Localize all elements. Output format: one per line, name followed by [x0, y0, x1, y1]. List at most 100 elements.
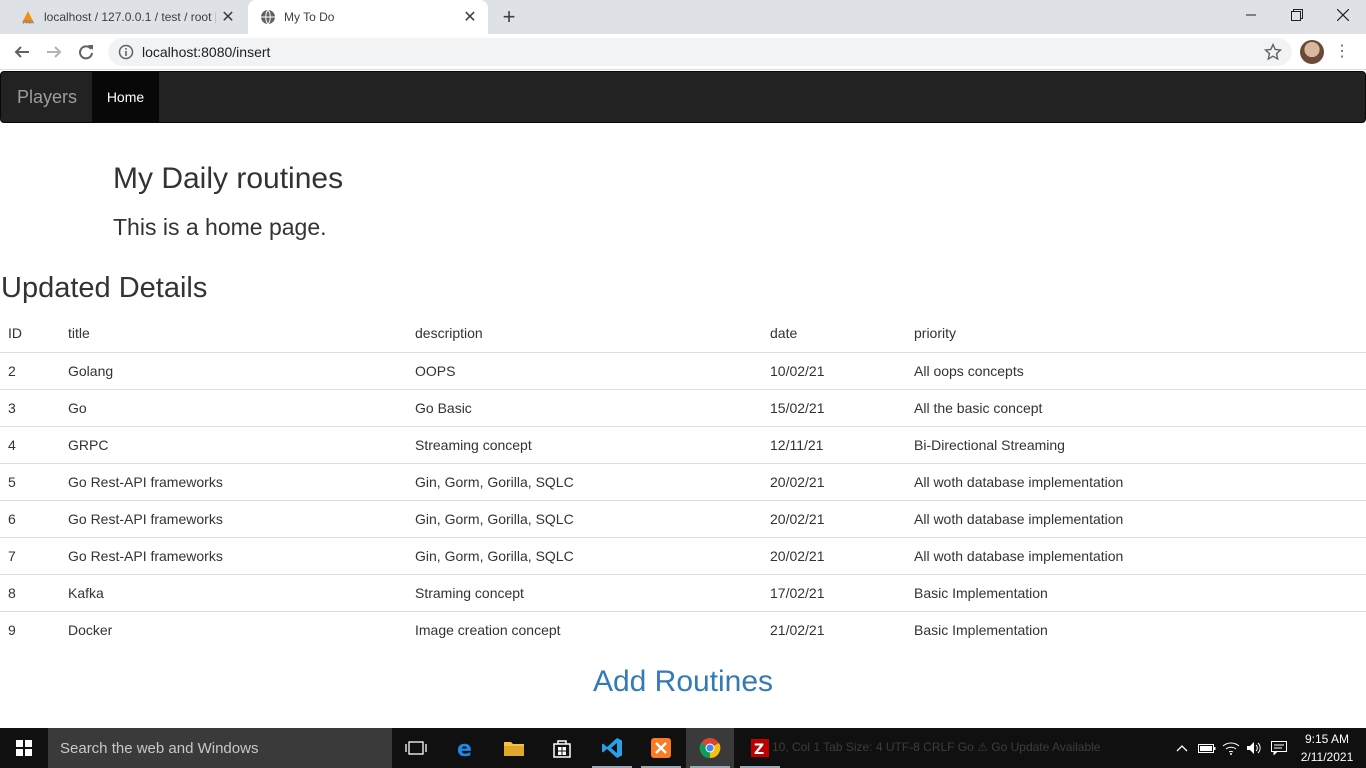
- tab-title: My To Do: [284, 10, 335, 24]
- cell-description: Gin, Gorm, Gorilla, SQLC: [407, 536, 762, 574]
- browser-toolbar: localhost:8080/insert ⋮: [0, 34, 1366, 70]
- table-row: 9 Docker Image creation concept 21/02/21…: [0, 610, 1366, 648]
- new-tab-button[interactable]: +: [496, 5, 522, 29]
- table-row: 6 Go Rest-API frameworks Gin, Gorm, Gori…: [0, 499, 1366, 537]
- address-bar[interactable]: localhost:8080/insert: [108, 38, 1292, 66]
- tab-phpmyadmin[interactable]: PMA localhost / 127.0.0.1 / test / root …: [8, 0, 246, 34]
- cell-title: Golang: [60, 351, 407, 389]
- table-row: 8 Kafka Straming concept 17/02/21 Basic …: [0, 573, 1366, 611]
- browser-tabstrip: PMA localhost / 127.0.0.1 / test / root …: [0, 0, 1366, 34]
- forward-button[interactable]: [40, 38, 68, 66]
- cell-date: 15/02/21: [762, 388, 906, 426]
- start-button[interactable]: [0, 728, 48, 768]
- cell-title: GRPC: [60, 425, 407, 463]
- cell-id: 7: [0, 536, 60, 574]
- cell-priority: All the basic concept: [906, 388, 1366, 426]
- cell-date: 10/02/21: [762, 351, 906, 389]
- tab-title: localhost / 127.0.0.1 / test / root |: [44, 10, 216, 24]
- browser-menu-icon[interactable]: ⋮: [1334, 40, 1350, 64]
- cell-id: 5: [0, 462, 60, 500]
- cell-priority: All woth database implementation: [906, 462, 1366, 500]
- cell-title: Docker: [60, 610, 407, 648]
- forward-arrow-icon: [47, 46, 62, 58]
- phpmyadmin-icon: PMA: [20, 9, 36, 26]
- bookmark-star-icon[interactable]: [1263, 42, 1283, 61]
- volume-icon[interactable]: [1246, 728, 1264, 768]
- url-text: localhost:8080/insert: [142, 44, 271, 60]
- vscode-icon[interactable]: [588, 728, 636, 768]
- cell-description: Go Basic: [407, 388, 762, 426]
- cell-id: 9: [0, 610, 60, 648]
- cell-description: Streaming concept: [407, 425, 762, 463]
- cell-date: 12/11/21: [762, 425, 906, 463]
- svg-text:Z: Z: [754, 742, 764, 758]
- table-row: 5 Go Rest-API frameworks Gin, Gorm, Gori…: [0, 462, 1366, 500]
- cell-description: Image creation concept: [407, 610, 762, 648]
- cell-priority: Basic Implementation: [906, 610, 1366, 648]
- cell-priority: Bi-Directional Streaming: [906, 425, 1366, 463]
- minimize-button[interactable]: [1228, 0, 1274, 30]
- close-tab-icon[interactable]: ✕: [216, 7, 240, 27]
- cell-id: 4: [0, 425, 60, 463]
- xampp-icon[interactable]: [637, 728, 685, 768]
- windows-logo-icon: [16, 740, 32, 756]
- section-title: Updated Details: [1, 272, 208, 304]
- cell-description: Straming concept: [407, 573, 762, 611]
- cell-date: 17/02/21: [762, 573, 906, 611]
- chrome-icon[interactable]: [686, 728, 734, 768]
- add-routines-link[interactable]: Add Routines: [0, 665, 1366, 699]
- reload-button[interactable]: [72, 38, 100, 66]
- cell-date: 20/02/21: [762, 462, 906, 500]
- cell-title: Go: [60, 388, 407, 426]
- clock-date: 2/11/2021: [1300, 750, 1354, 764]
- cell-date: 20/02/21: [762, 536, 906, 574]
- cell-description: Gin, Gorm, Gorilla, SQLC: [407, 462, 762, 500]
- table-row: 4 GRPC Streaming concept 12/11/21 Bi-Dir…: [0, 425, 1366, 463]
- cell-id: 6: [0, 499, 60, 537]
- column-header-date: date: [762, 315, 906, 353]
- nav-item-home[interactable]: Home: [92, 72, 159, 122]
- navbar-brand[interactable]: Players: [17, 87, 77, 108]
- cell-priority: All oops concepts: [906, 351, 1366, 389]
- cell-date: 20/02/21: [762, 499, 906, 537]
- cell-priority: All woth database implementation: [906, 499, 1366, 537]
- site-info-icon[interactable]: [118, 44, 134, 60]
- cell-id: 8: [0, 573, 60, 611]
- cell-priority: Basic Implementation: [906, 573, 1366, 611]
- cell-title: Go Rest-API frameworks: [60, 536, 407, 574]
- close-tab-icon[interactable]: ✕: [458, 7, 482, 27]
- battery-icon[interactable]: [1198, 728, 1216, 768]
- cell-description: OOPS: [407, 351, 762, 389]
- table-header-row: ID title description date priority: [0, 315, 1366, 353]
- globe-icon: [260, 9, 276, 25]
- taskbar-clock[interactable]: 9:15 AM 2/11/2021: [1294, 730, 1360, 766]
- close-icon: [1337, 9, 1349, 21]
- cell-title: Go Rest-API frameworks: [60, 462, 407, 500]
- action-center-icon[interactable]: [1270, 728, 1288, 768]
- column-header-priority: priority: [906, 315, 1366, 353]
- cell-date: 21/02/21: [762, 610, 906, 648]
- profile-avatar[interactable]: [1300, 40, 1324, 64]
- taskbar-search-input[interactable]: Search the web and Windows: [48, 728, 392, 768]
- back-arrow-icon: [14, 46, 29, 58]
- close-window-button[interactable]: [1320, 0, 1366, 30]
- page-title: My Daily routines: [113, 162, 344, 195]
- edge-icon[interactable]: e: [442, 728, 490, 768]
- restore-button[interactable]: [1274, 0, 1320, 30]
- show-hidden-icons-icon[interactable]: [1174, 728, 1190, 768]
- cell-description: Gin, Gorm, Gorilla, SQLC: [407, 499, 762, 537]
- file-explorer-icon[interactable]: [490, 728, 538, 768]
- background-status-text: 10, Col 1 Tab Size: 4 UTF-8 CRLF Go ⚠ Go…: [772, 740, 1101, 754]
- back-button[interactable]: [8, 38, 36, 66]
- minimize-icon: [1246, 14, 1256, 16]
- cell-id: 2: [0, 351, 60, 389]
- tab-my-to-do[interactable]: My To Do ✕: [248, 0, 488, 34]
- task-view-icon[interactable]: [392, 728, 440, 768]
- store-icon[interactable]: [538, 728, 586, 768]
- cell-title: Kafka: [60, 573, 407, 611]
- wifi-icon[interactable]: [1222, 728, 1240, 768]
- svg-text:PMA: PMA: [23, 20, 34, 25]
- table-row: 2 Golang OOPS 10/02/21 All oops concepts: [0, 351, 1366, 389]
- column-header-id: ID: [0, 315, 60, 353]
- windows-taskbar: Search the web and Windows e Z 10, Col 1…: [0, 728, 1366, 768]
